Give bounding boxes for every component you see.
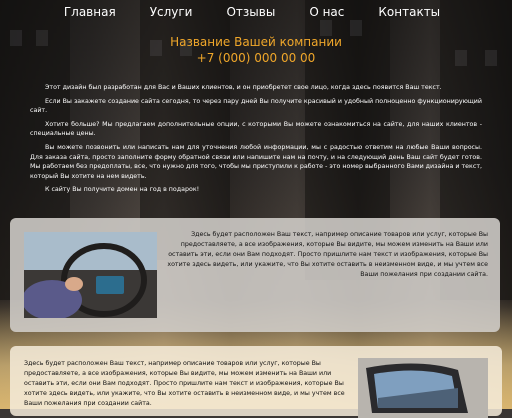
intro-paragraph: Этот дизайн был разработан для Вас и Ваш… — [45, 84, 442, 91]
nav-item-contacts[interactable]: Контакты — [378, 5, 440, 31]
card-2-text: Здесь будет расположен Ваш текст, наприм… — [24, 360, 345, 407]
sky-shape — [24, 232, 157, 272]
intro-paragraph: Вы можете позвонить или написать нам для… — [30, 143, 482, 180]
nav-item-reviews[interactable]: Отзывы — [226, 5, 275, 31]
intro-paragraph: Хотите больше? Мы предлагаем дополнитель… — [30, 120, 482, 138]
main-nav: Главная Услуги Отзывы О нас Контакты — [0, 0, 512, 31]
driver-photo-illustration — [24, 232, 157, 318]
intro-text: Этот дизайн был разработан для Вас и Ваш… — [30, 83, 482, 199]
content-card-2: Здесь будет расположен Ваш текст, наприм… — [10, 346, 502, 418]
intro-paragraph: К сайту Вы получите домен на год в подар… — [45, 186, 200, 194]
company-name: Название Вашей компании — [170, 35, 342, 49]
screen-shape — [96, 276, 124, 294]
driver-photo — [24, 232, 157, 318]
nav-item-home[interactable]: Главная — [64, 5, 116, 31]
hand-shape — [65, 277, 83, 291]
intro-paragraph: Если Вы закажете создание сайта сегодня,… — [30, 97, 482, 115]
phone-number[interactable]: +7 (000) 000 00 00 — [0, 51, 512, 66]
nav-item-about[interactable]: О нас — [309, 5, 344, 31]
card-1-text: Здесь будет расположен Ваш текст, наприм… — [167, 231, 488, 278]
side-mirror-illustration — [358, 358, 488, 418]
content-card-1: Здесь будет расположен Ваш текст, наприм… — [10, 218, 500, 332]
nav-item-services[interactable]: Услуги — [150, 5, 193, 31]
side-mirror-photo — [358, 358, 488, 418]
